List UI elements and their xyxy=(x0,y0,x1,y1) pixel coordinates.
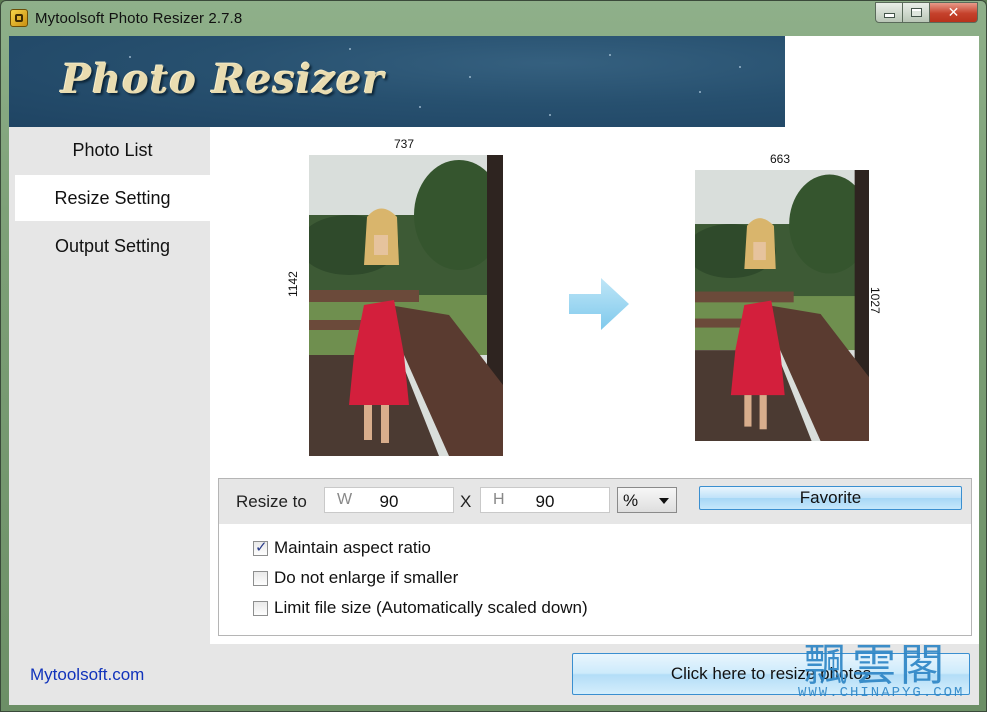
do-not-enlarge-label: Do not enlarge if smaller xyxy=(274,568,459,587)
resize-photos-button[interactable]: Click here to resize photos xyxy=(572,653,970,695)
title-bar[interactable]: Mytoolsoft Photo Resizer 2.7.8 ✕ xyxy=(1,1,986,35)
dimension-separator: X xyxy=(460,492,472,511)
maintain-aspect-ratio-label: Maintain aspect ratio xyxy=(274,538,431,557)
banner: Photo Resizer xyxy=(9,36,785,127)
window-title: Mytoolsoft Photo Resizer 2.7.8 xyxy=(35,10,243,27)
unit-select[interactable]: % xyxy=(617,487,677,513)
minimize-icon xyxy=(883,13,895,18)
favorite-button[interactable]: Favorite xyxy=(699,486,962,510)
maximize-icon xyxy=(910,8,922,17)
window-controls: ✕ xyxy=(875,2,978,24)
resized-height-label: 1027 xyxy=(868,287,882,314)
resize-to-row: Resize to W 90 X H 90 % Favorite xyxy=(219,479,971,524)
chevron-down-icon xyxy=(659,498,669,504)
sidebar-item-output-setting[interactable]: Output Setting xyxy=(15,223,210,269)
original-height-label: 1142 xyxy=(286,271,300,297)
banner-title: Photo Resizer xyxy=(61,56,385,103)
maintain-aspect-ratio-option[interactable]: Maintain aspect ratio xyxy=(253,537,431,559)
close-button[interactable]: ✕ xyxy=(930,2,978,23)
resized-width-label: 663 xyxy=(770,152,791,166)
original-photo xyxy=(309,155,503,456)
do-not-enlarge-option[interactable]: Do not enlarge if smaller xyxy=(253,567,458,589)
app-icon xyxy=(10,9,28,27)
limit-file-size-label: Limit file size (Automatically scaled do… xyxy=(274,598,588,617)
width-value: 90 xyxy=(379,492,399,511)
resize-to-label: Resize to xyxy=(236,492,307,511)
resize-setting-panel: 737 1142 663 1027 Resize to W 90 X H 90 … xyxy=(210,127,979,705)
sidebar-item-resize-setting[interactable]: Resize Setting xyxy=(15,175,210,221)
resized-photo-image xyxy=(695,170,869,441)
close-icon: ✕ xyxy=(947,4,960,20)
resize-settings-box: Resize to W 90 X H 90 % Favorite ✓ Maint… xyxy=(218,478,972,636)
do-not-enlarge-checkbox[interactable] xyxy=(253,570,268,586)
minimize-button[interactable] xyxy=(875,2,903,23)
height-value: 90 xyxy=(535,492,555,511)
limit-file-size-checkbox[interactable] xyxy=(253,600,268,616)
height-input[interactable]: H 90 xyxy=(480,487,610,513)
original-photo-image xyxy=(309,155,503,456)
sidebar: Photo List Resize Setting Output Setting… xyxy=(9,127,210,705)
limit-file-size-option[interactable]: Limit file size (Automatically scaled do… xyxy=(253,597,588,619)
width-input[interactable]: W 90 xyxy=(324,487,454,513)
website-link[interactable]: Mytoolsoft.com xyxy=(30,665,144,685)
original-width-label: 737 xyxy=(394,137,415,151)
app-window: Mytoolsoft Photo Resizer 2.7.8 ✕ Photo R… xyxy=(0,0,987,712)
client-area: Photo Resizer Photo List Resize Setting … xyxy=(9,36,979,705)
right-arrow-icon xyxy=(569,278,629,330)
unit-select-value: % xyxy=(623,491,639,510)
resized-photo xyxy=(695,170,869,441)
sidebar-item-photo-list[interactable]: Photo List xyxy=(15,127,210,173)
maximize-button[interactable] xyxy=(903,2,930,23)
maintain-aspect-ratio-checkbox[interactable] xyxy=(253,538,268,556)
